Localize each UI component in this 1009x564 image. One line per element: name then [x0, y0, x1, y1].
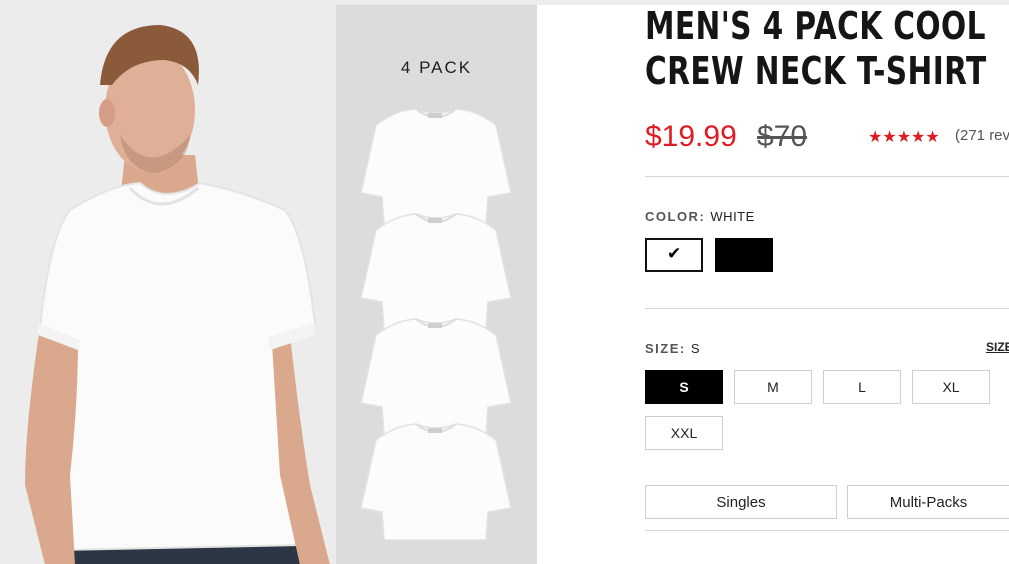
color-swatch-white[interactable]: ✔ — [645, 238, 703, 272]
color-label: COLOR: WHITE — [645, 209, 755, 224]
size-selected-value: S — [690, 341, 701, 356]
size-label: SIZE: S — [645, 341, 700, 356]
folded-shirt-1 — [360, 108, 512, 226]
model-photo — [0, 5, 336, 564]
original-price: $70 — [757, 120, 808, 153]
size-button-m[interactable]: M — [734, 370, 812, 404]
size-guide-link[interactable]: SIZE — [986, 340, 1009, 354]
product-title: MEN'S 4 PACK COOL CREW NECK T-SHIRT — [645, 4, 986, 94]
singles-button[interactable]: Singles — [645, 485, 837, 519]
size-button-xl[interactable]: XL — [912, 370, 990, 404]
rating-stars-icon[interactable]: ★★★★★ — [868, 127, 940, 147]
folded-shirt-2 — [360, 213, 512, 331]
size-button-s[interactable]: S — [645, 370, 723, 404]
product-image-4pack[interactable]: 4 PACK — [336, 5, 537, 564]
product-title-line1: MEN'S 4 PACK COOL — [645, 4, 986, 48]
folded-shirt-3 — [360, 318, 512, 436]
divider — [645, 530, 1009, 531]
size-button-xxl[interactable]: XXL — [645, 416, 723, 450]
divider — [645, 176, 1009, 177]
divider — [645, 308, 1009, 309]
size-button-l[interactable]: L — [823, 370, 901, 404]
product-title-line2: CREW NECK T-SHIRT — [645, 49, 987, 93]
color-selected-value: WHITE — [710, 209, 755, 224]
folded-shirts-illustration — [360, 108, 512, 541]
color-swatch-black[interactable] — [715, 238, 773, 272]
sale-price: $19.99 — [645, 120, 737, 153]
folded-shirt-4 — [360, 423, 512, 541]
size-label-text: SIZE: — [645, 341, 686, 356]
color-label-text: COLOR: — [645, 209, 706, 224]
review-count-link[interactable]: (271 rev — [955, 127, 1009, 144]
multi-packs-button[interactable]: Multi-Packs — [847, 485, 1009, 519]
checkmark-icon: ✔ — [667, 244, 682, 264]
product-image-model[interactable] — [0, 5, 336, 564]
